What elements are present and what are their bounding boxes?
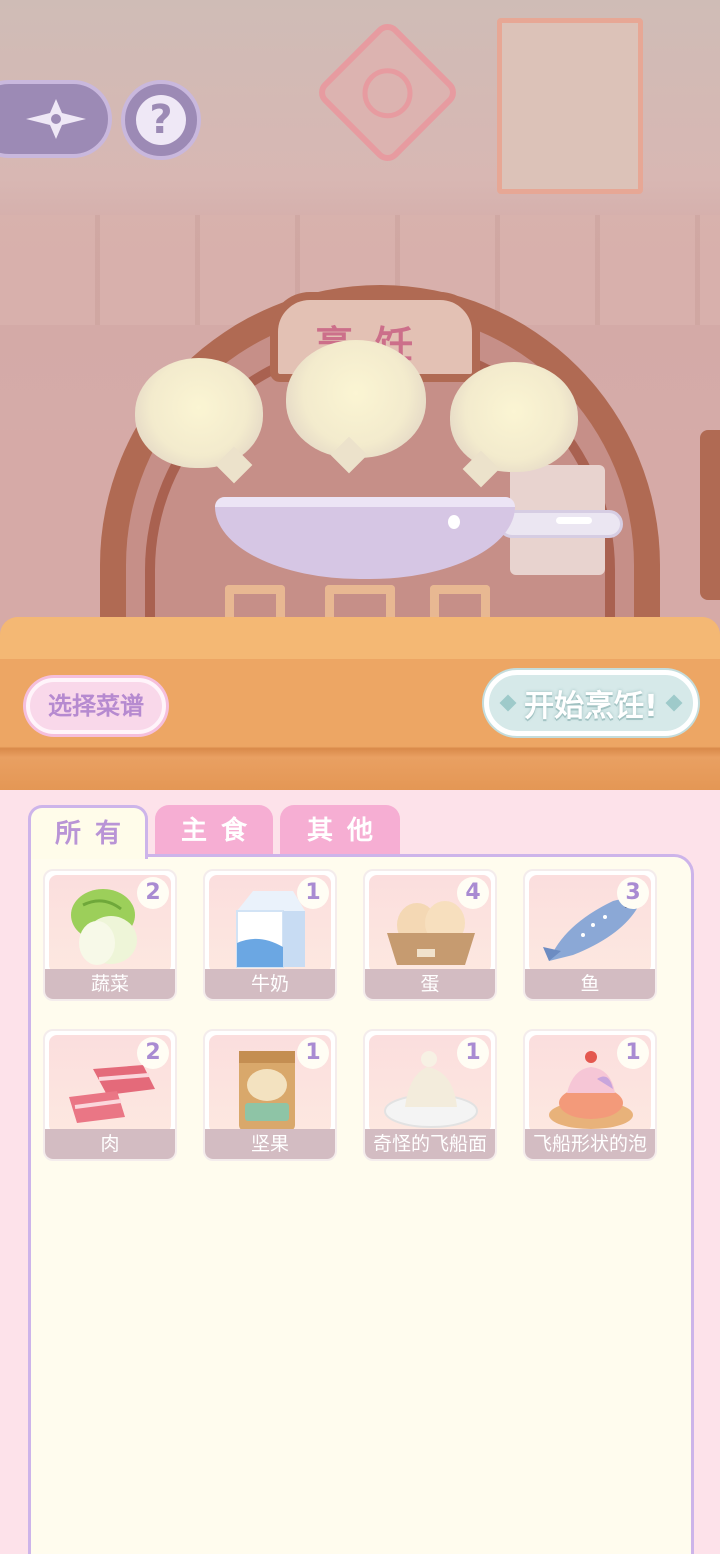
item-count: 1 bbox=[457, 1037, 489, 1069]
tab-all[interactable]: 所有 bbox=[28, 805, 148, 859]
pan-handle bbox=[498, 510, 623, 538]
item-name: 奇怪的飞船面 bbox=[365, 1129, 495, 1159]
start-cooking-button[interactable]: 开始烹饪! bbox=[484, 670, 698, 736]
ingredient-card-egg[interactable]: 4 蛋 bbox=[363, 869, 497, 1001]
item-name: 蛋 bbox=[365, 969, 495, 999]
ingredient-card-vegetable[interactable]: 2 蔬菜 bbox=[43, 869, 177, 1001]
diamond-icon bbox=[665, 694, 683, 712]
burner-stand bbox=[430, 585, 490, 620]
ingredient-slot-3[interactable] bbox=[450, 362, 578, 472]
ingredient-slot-2[interactable] bbox=[286, 340, 426, 458]
item-count: 1 bbox=[297, 877, 329, 909]
item-count: 3 bbox=[617, 877, 649, 909]
item-name: 坚果 bbox=[205, 1129, 335, 1159]
ingredient-card-strange-ship-noodles[interactable]: 1 奇怪的飞船面 bbox=[363, 1029, 497, 1161]
diamond-icon bbox=[499, 694, 517, 712]
item-count: 1 bbox=[617, 1037, 649, 1069]
item-name: 牛奶 bbox=[205, 969, 335, 999]
four-point-star-arrow-icon bbox=[26, 99, 86, 139]
item-name: 鱼 bbox=[525, 969, 655, 999]
tab-other[interactable]: 其他 bbox=[280, 805, 400, 859]
kitchen-scene: 烹饪 bbox=[0, 0, 720, 640]
burner-stand bbox=[325, 585, 395, 620]
ingredient-card-fish[interactable]: 3 鱼 bbox=[523, 869, 657, 1001]
ingredient-card-ship-shaped-puff[interactable]: 1 飞船形状的泡 bbox=[523, 1029, 657, 1161]
ingredient-slot-1[interactable] bbox=[135, 358, 263, 468]
item-count: 1 bbox=[297, 1037, 329, 1069]
item-count: 4 bbox=[457, 877, 489, 909]
ingredient-card-meat[interactable]: 2 肉 bbox=[43, 1029, 177, 1161]
question-icon: ? bbox=[136, 95, 186, 145]
ingredient-card-nuts[interactable]: 1 坚果 bbox=[203, 1029, 337, 1161]
ingredient-card-milk[interactable]: 1 牛奶 bbox=[203, 869, 337, 1001]
item-name: 蔬菜 bbox=[45, 969, 175, 999]
wall-emblem bbox=[313, 18, 462, 167]
item-count: 2 bbox=[137, 1037, 169, 1069]
item-name: 飞船形状的泡 bbox=[525, 1129, 655, 1159]
back-button[interactable] bbox=[0, 80, 112, 158]
item-count: 2 bbox=[137, 877, 169, 909]
start-cooking-label: 开始烹饪! bbox=[524, 689, 658, 724]
inventory-panel: 2 蔬菜 1 牛奶 4 蛋 3 鱼 2 肉 1 坚果 1 奇怪的飞船面 1 飞船… bbox=[28, 854, 694, 1554]
help-button[interactable]: ? bbox=[121, 80, 201, 160]
item-name: 肉 bbox=[45, 1129, 175, 1159]
burner-stand bbox=[225, 585, 285, 620]
tab-staple[interactable]: 主食 bbox=[155, 805, 273, 859]
wall-poster bbox=[497, 18, 643, 194]
select-recipe-button[interactable]: 选择菜谱 bbox=[26, 678, 166, 734]
